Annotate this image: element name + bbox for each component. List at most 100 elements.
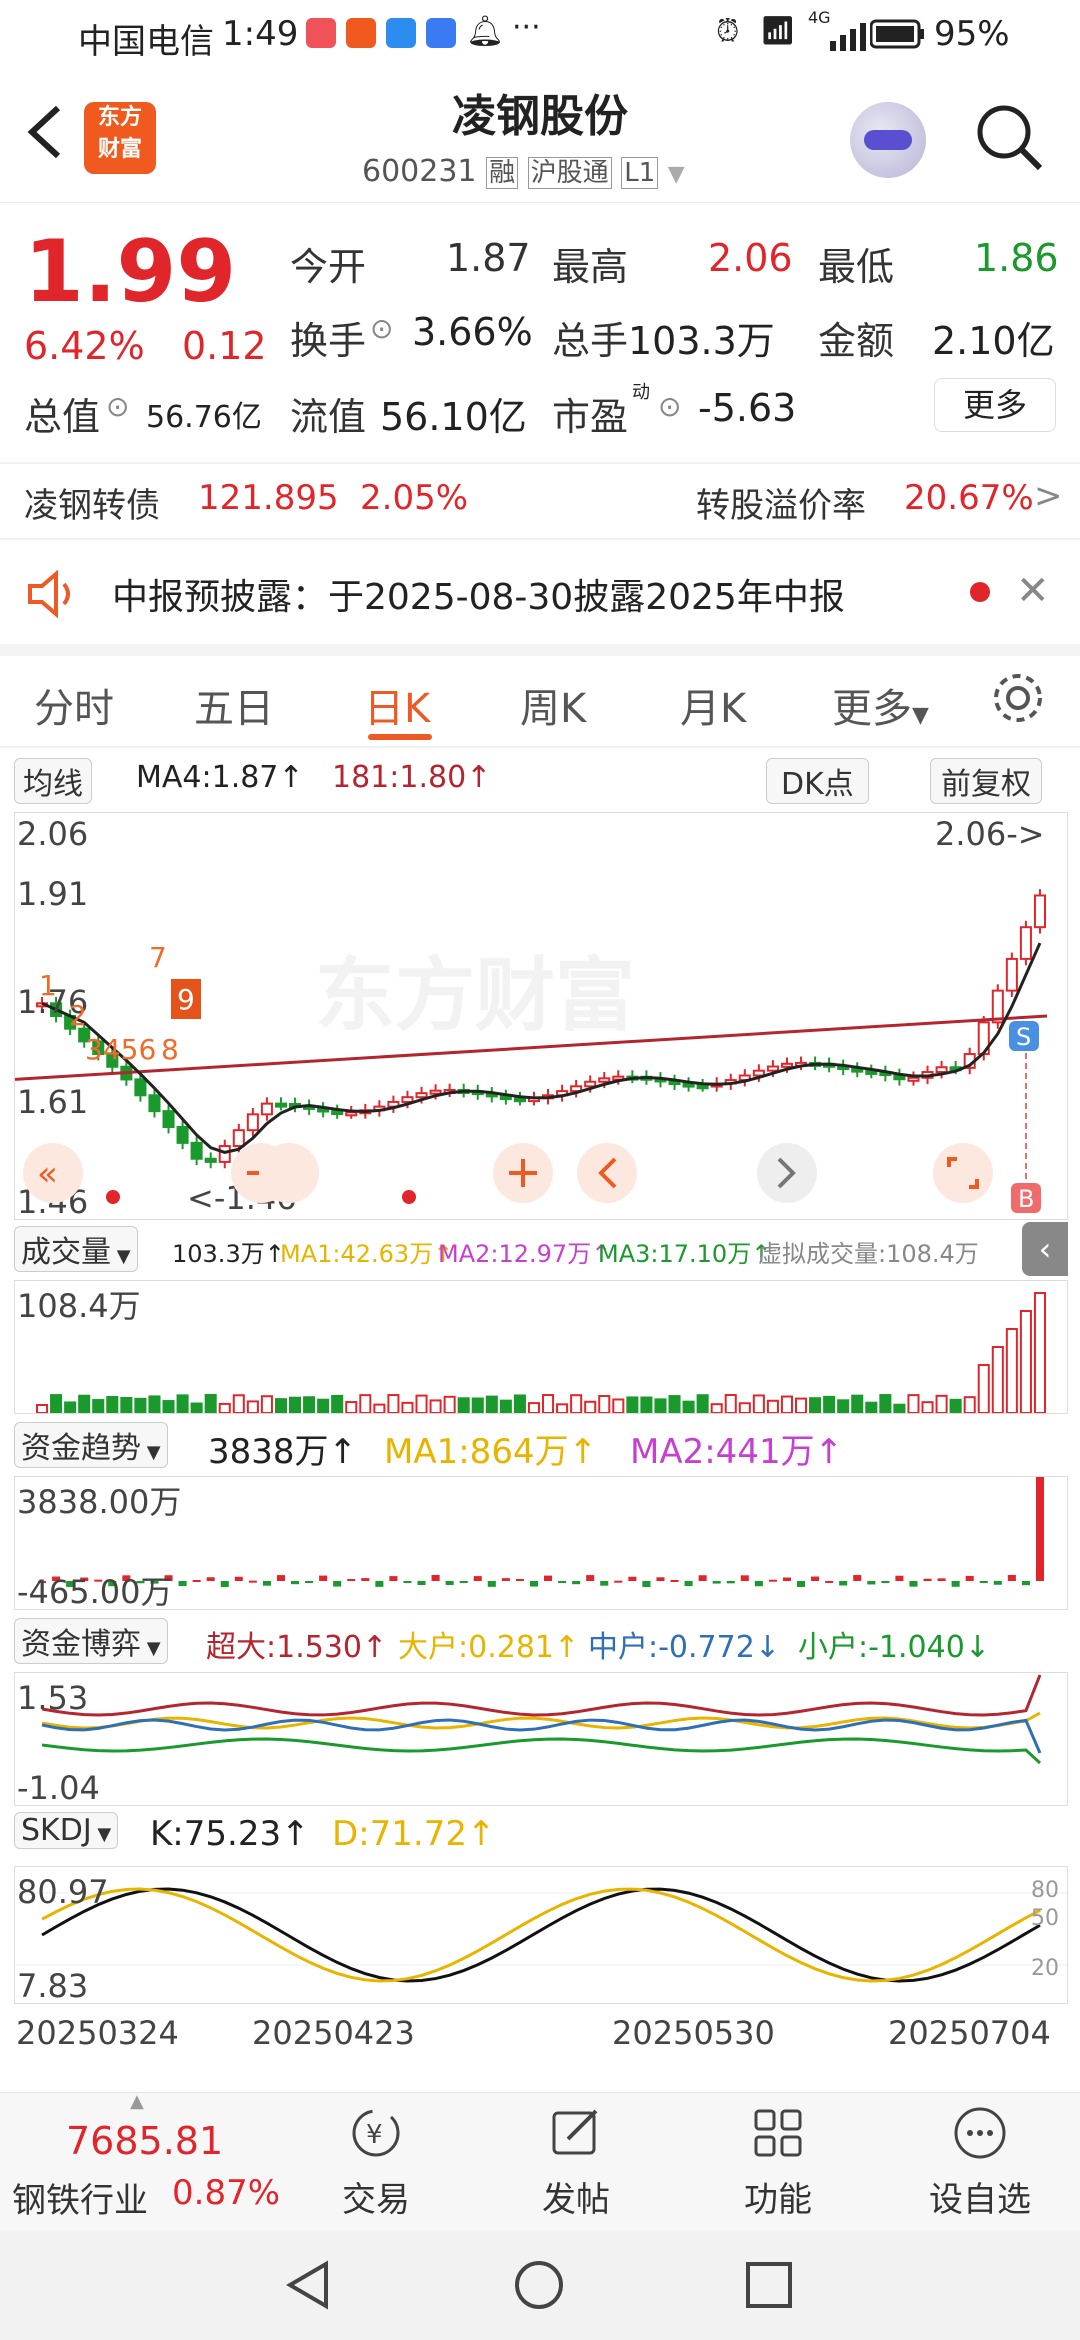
volume-bar xyxy=(626,1396,639,1414)
volume-selector[interactable]: 成交量 ▼ xyxy=(14,1226,138,1272)
small-holders: 小户:-1.040↓ xyxy=(798,1630,990,1665)
kline-chart[interactable]: 东方财富 2.06 1.91 1.76 1.61 1.46 2.06-> <-1… xyxy=(14,812,1068,1221)
volume-ma2: MA2:12.97万↑ xyxy=(438,1240,612,1268)
fund-trend-bar xyxy=(347,1579,356,1582)
volume-value-text: 103.3万 xyxy=(172,1240,265,1268)
dk-point-button[interactable]: DK点 xyxy=(766,758,869,804)
fund-trend-bar xyxy=(937,1578,946,1581)
volume-bar xyxy=(401,1401,414,1414)
volume-bar xyxy=(106,1396,119,1414)
skdj-selector[interactable]: SKDJ ▼ xyxy=(14,1812,119,1849)
industry-index[interactable]: 7685.81 xyxy=(66,2119,223,2163)
fund-trend-bar xyxy=(600,1581,609,1586)
info-icon[interactable]: ⊙ xyxy=(658,390,681,423)
volume-bar xyxy=(640,1396,653,1415)
fund-trend-header: 资金趋势 ▼ 3838万↑ MA1:864万↑ MA2:441万↑ xyxy=(14,1422,1080,1472)
app-notification-icon xyxy=(306,18,336,48)
dropdown-icon: ▼ xyxy=(91,1824,112,1845)
volume-bar xyxy=(612,1398,625,1414)
fund-game-ymin: -1.04 xyxy=(17,1769,100,1805)
candle-body xyxy=(780,1062,794,1068)
volume-bar xyxy=(851,1394,864,1414)
settings-gear-icon[interactable] xyxy=(990,670,1046,726)
home-circle-icon[interactable] xyxy=(512,2258,566,2316)
fund-game-selector[interactable]: 资金博弈 ▼ xyxy=(14,1618,168,1664)
high-marker: 2.06-> xyxy=(935,815,1045,853)
triangle-down-icon: ▼ xyxy=(912,703,929,728)
recents-square-icon[interactable] xyxy=(742,2258,796,2316)
battery-icon xyxy=(869,18,926,50)
volume-bar xyxy=(949,1398,962,1415)
level-tag: L1 xyxy=(621,157,659,189)
volume-bar xyxy=(682,1400,695,1415)
fund-trend-bar xyxy=(487,1581,496,1587)
volume-bar xyxy=(303,1396,316,1415)
dropdown-icon[interactable]: ▼ xyxy=(668,162,685,187)
back-triangle-icon[interactable] xyxy=(282,2258,336,2316)
fund-trend-ymin: -465.00万 xyxy=(17,1573,173,1609)
fund-trend-bar xyxy=(515,1579,524,1582)
alarm-icon: ⏰︎ xyxy=(716,14,740,49)
skdj-d: D:71.72↑ xyxy=(332,1814,496,1854)
fund-trend-selector[interactable]: 资金趋势 ▼ xyxy=(14,1422,168,1468)
tab-monthly-k[interactable]: 月K xyxy=(680,676,746,734)
tab-daily-k[interactable]: 日K xyxy=(364,676,430,734)
volume-bar xyxy=(1033,1292,1047,1414)
chevron-right-icon[interactable]: > xyxy=(1034,476,1063,516)
ma-selector[interactable]: 均线 xyxy=(14,758,92,804)
volume-bar xyxy=(148,1395,161,1414)
fund-trend-bar xyxy=(1035,1471,1044,1581)
expand-up-icon[interactable]: ▲ xyxy=(130,2091,144,2112)
fund-trend-bar xyxy=(558,1581,567,1583)
nav-trade[interactable]: ¥ 交易 xyxy=(316,2103,436,2221)
more-button[interactable]: 更多 xyxy=(934,378,1056,432)
industry-name[interactable]: 钢铁行业 xyxy=(12,2173,148,2222)
fund-trend-bar xyxy=(192,1580,201,1583)
logo-text-2: 财富 xyxy=(97,137,142,162)
premium-label: 转股溢价率 xyxy=(696,486,866,526)
tab-intraday[interactable]: 分时 xyxy=(34,676,114,734)
info-icon[interactable]: ⊙ xyxy=(370,312,393,345)
fund-trend-bar xyxy=(993,1581,1002,1585)
tab-five-day[interactable]: 五日 xyxy=(194,676,274,734)
fund-trend-bar xyxy=(572,1581,581,1585)
nav-function[interactable]: 功能 xyxy=(718,2103,838,2221)
search-icon[interactable] xyxy=(974,102,1044,172)
volume-selector-label: 成交量 xyxy=(21,1235,111,1270)
avatar[interactable] xyxy=(850,102,926,178)
zoom-in-icon[interactable] xyxy=(259,1143,319,1203)
small-holders-text: 小户:-1.040 xyxy=(798,1630,965,1665)
candle-body xyxy=(274,1102,288,1108)
tab-weekly-k[interactable]: 周K xyxy=(520,676,586,734)
candle-body xyxy=(513,1097,526,1103)
turnover-value: 3.66% xyxy=(412,310,533,354)
expand-icon[interactable] xyxy=(933,1143,993,1203)
fund-trend-bar xyxy=(586,1575,595,1581)
volume-bar xyxy=(570,1394,583,1415)
mid-holders-text: 中户:-0.772 xyxy=(588,1630,755,1665)
fund-trend-bar xyxy=(291,1581,300,1585)
next-icon[interactable] xyxy=(757,1143,817,1203)
bond-name[interactable]: 凌钢转债 xyxy=(24,478,160,527)
adjust-button[interactable]: 前复权 xyxy=(930,758,1042,804)
fund-trend-bar xyxy=(403,1581,412,1583)
volume-bar xyxy=(738,1402,751,1414)
seq-label: 1 xyxy=(39,969,57,1002)
fund-trend-bar xyxy=(375,1581,384,1587)
volume-bar xyxy=(513,1394,526,1414)
nav-add-watchlist[interactable]: 设自选 xyxy=(920,2103,1040,2221)
notice-text[interactable]: 中报预披露：于2025-08-30披露2025年中报 xyxy=(112,568,845,620)
volume-bar xyxy=(991,1346,1004,1414)
fund-trend-bar xyxy=(431,1575,440,1581)
fund-trend-ma1-text: MA1:864万 xyxy=(384,1432,569,1472)
fund-trend-value: 3838万↑ xyxy=(208,1432,358,1472)
back-icon[interactable] xyxy=(20,102,70,162)
info-icon[interactable]: ⊙ xyxy=(106,390,129,423)
tab-more[interactable]: 更多▼ xyxy=(832,676,929,734)
large-holders-text: 大户:0.281 xyxy=(398,1630,554,1665)
close-icon[interactable]: ✕ xyxy=(1016,568,1050,614)
collapse-panel-button[interactable]: ‹ xyxy=(1022,1222,1068,1276)
nav-post[interactable]: 发帖 xyxy=(516,2103,636,2221)
previous-icon[interactable] xyxy=(577,1143,637,1203)
candle-body xyxy=(682,1082,695,1088)
